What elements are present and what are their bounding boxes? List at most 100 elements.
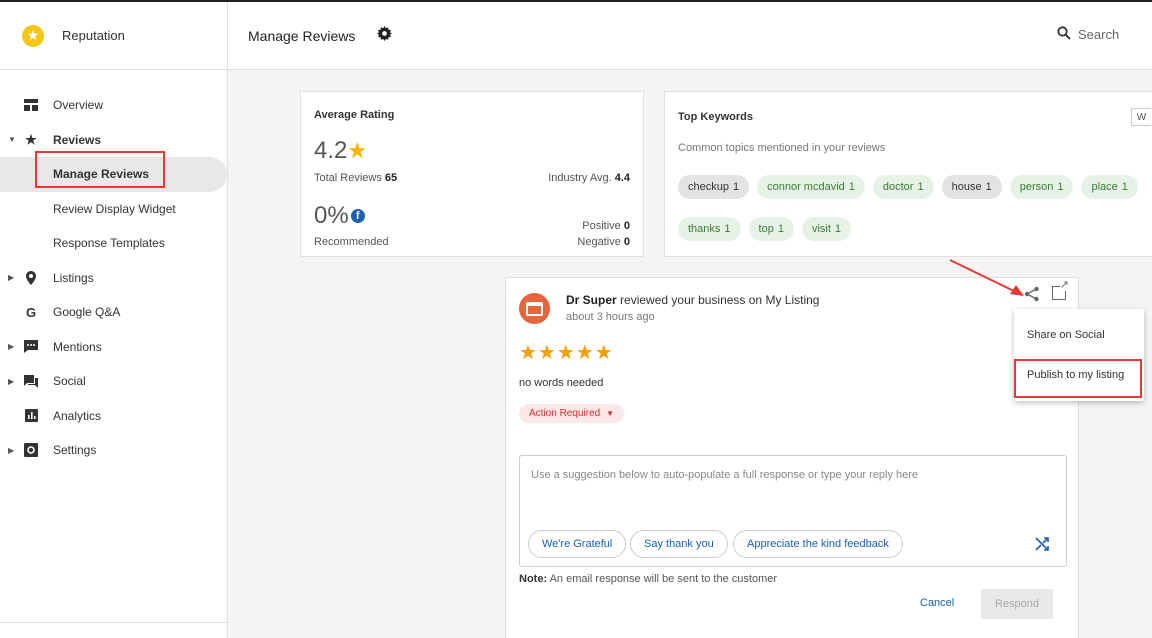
chip-count: 1 — [985, 181, 992, 193]
reviewer-name[interactable]: Dr Super — [566, 293, 617, 307]
location-pin-icon — [24, 270, 38, 285]
caret-right-icon: ▶ — [8, 273, 15, 283]
sidebar-item-label: Reviews — [53, 132, 102, 147]
chip-word: checkup — [688, 181, 729, 193]
keyword-chip[interactable]: place 1 — [1081, 175, 1138, 199]
sidebar: ★ Reputation Overview ▼ ★ Reviews Manage… — [0, 2, 228, 638]
chip-word: connor mcdavid — [767, 181, 845, 193]
gear-icon[interactable] — [377, 26, 393, 45]
caret-down-icon: ▼ — [606, 409, 615, 418]
card-title: Average Rating — [314, 109, 395, 121]
badge-label: Action Required — [529, 408, 601, 419]
highlight-box-publish — [1014, 359, 1142, 398]
chip-word: top — [758, 223, 774, 235]
keyword-chip[interactable]: top 1 — [748, 217, 794, 241]
review-header: Dr Super reviewed your business on My Li… — [566, 293, 819, 307]
keyword-chip[interactable]: house 1 — [941, 175, 1002, 199]
sidebar-item-label: Review Display Widget — [53, 201, 176, 216]
keywords-option-button[interactable]: W — [1131, 108, 1151, 126]
review-card: Dr Super reviewed your business on My Li… — [505, 277, 1079, 638]
open-external-icon[interactable] — [1052, 280, 1069, 300]
recommended-value: 0% f — [314, 202, 365, 230]
menu-item-share-on-social[interactable]: Share on Social — [1014, 315, 1144, 355]
keyword-chip[interactable]: person 1 — [1009, 175, 1074, 199]
sidebar-item-label: Analytics — [53, 408, 102, 423]
industry-average: Industry Avg. 4.4 — [548, 172, 630, 184]
sidebar-item-google-qa[interactable]: G Google Q&A — [0, 295, 227, 330]
annotation-arrow-icon — [949, 259, 1024, 296]
sidebar-item-mentions[interactable]: ▶ Mentions — [0, 330, 227, 365]
suggestion-chip[interactable]: Say thank you — [630, 530, 728, 558]
search-box[interactable]: Search — [1057, 26, 1119, 43]
total-reviews: Total Reviews 65 — [314, 172, 397, 184]
highlight-box-manage-reviews — [35, 151, 165, 188]
note-text: An email response will be sent to the cu… — [549, 573, 778, 585]
total-reviews-label: Total Reviews — [314, 172, 382, 184]
chip-count: 1 — [732, 181, 740, 193]
chip-count: 1 — [1057, 181, 1064, 193]
chat-bubble-icon — [24, 340, 38, 354]
chip-word: place — [1091, 181, 1118, 193]
star-logo-icon: ★ — [22, 24, 44, 47]
chip-count: 1 — [848, 181, 855, 193]
card-subtitle: Common topics mentioned in your reviews — [678, 142, 886, 154]
app-window: ★ Reputation Overview ▼ ★ Reviews Manage… — [0, 2, 1152, 638]
page-title: Manage Reviews — [248, 27, 356, 44]
caret-right-icon: ▶ — [8, 445, 15, 455]
industry-average-value: 4.4 — [614, 172, 630, 184]
response-note: Note: An email response will be sent to … — [519, 573, 777, 585]
bar-chart-icon — [24, 409, 38, 423]
review-timestamp: about 3 hours ago — [566, 311, 655, 323]
chip-word: thanks — [688, 223, 721, 235]
average-rating-card: Average Rating 4.2★ Total Reviews 65 Ind… — [300, 91, 644, 257]
top-header: Manage Reviews Search — [228, 2, 1152, 70]
reply-textarea[interactable]: Use a suggestion below to auto-populate … — [519, 455, 1067, 567]
cancel-button[interactable]: Cancel — [920, 597, 954, 609]
browser-window-icon — [526, 301, 543, 316]
positive-count: Positive 0 — [582, 220, 630, 232]
chip-count: 1 — [1121, 181, 1128, 193]
settings-icon — [24, 443, 38, 458]
keyword-chip[interactable]: doctor 1 — [872, 175, 934, 199]
sidebar-item-social[interactable]: ▶ Social — [0, 364, 227, 399]
positive-label: Positive — [582, 220, 621, 232]
sidebar-item-listings[interactable]: ▶ Listings — [0, 261, 227, 296]
sidebar-item-label: Response Templates — [53, 236, 165, 251]
chip-word: visit — [811, 223, 831, 235]
caret-down-icon: ▼ — [8, 135, 16, 145]
card-title: Top Keywords — [678, 111, 753, 123]
keyword-chip[interactable]: thanks 1 — [678, 217, 741, 241]
sidebar-item-label: Settings — [53, 443, 97, 458]
keyword-chip[interactable]: connor mcdavid 1 — [757, 175, 865, 199]
forum-icon — [24, 374, 38, 388]
sidebar-item-analytics[interactable]: Analytics — [0, 399, 227, 434]
star-icon: ★ — [347, 138, 368, 163]
total-reviews-value: 65 — [384, 172, 398, 184]
search-placeholder: Search — [1078, 27, 1120, 42]
respond-button[interactable]: Respond — [981, 589, 1053, 619]
sidebar-item-response-templates[interactable]: Response Templates — [0, 226, 227, 261]
sidebar-item-review-display-widget[interactable]: Review Display Widget — [0, 192, 227, 227]
google-icon: G — [25, 304, 37, 320]
review-stars: ★★★★★ — [519, 342, 614, 364]
negative-label: Negative — [577, 236, 621, 248]
sidebar-item-overview[interactable]: Overview — [0, 88, 227, 123]
sidebar-item-label: Social — [53, 374, 86, 389]
top-keywords-card: Top Keywords Common topics mentioned in … — [664, 91, 1152, 257]
sidebar-item-settings[interactable]: ▶ Settings — [0, 433, 227, 468]
app-name: Reputation — [62, 28, 125, 43]
keyword-chip[interactable]: checkup 1 — [678, 175, 750, 199]
sidebar-footer — [0, 622, 228, 638]
dashboard-icon — [24, 98, 38, 112]
chip-count: 1 — [917, 181, 924, 193]
search-icon — [1057, 26, 1071, 43]
positive-value: 0 — [623, 220, 630, 232]
shuffle-icon[interactable] — [1035, 537, 1049, 554]
recommended-label: Recommended — [314, 236, 389, 248]
action-required-badge[interactable]: Action Required ▼ — [519, 404, 625, 423]
keyword-chip[interactable]: visit 1 — [801, 217, 852, 241]
suggestion-chip[interactable]: Appreciate the kind feedback — [733, 530, 903, 558]
chip-word: house — [951, 181, 982, 193]
sidebar-item-label: Listings — [53, 270, 94, 285]
suggestion-chip[interactable]: We're Grateful — [528, 530, 627, 558]
